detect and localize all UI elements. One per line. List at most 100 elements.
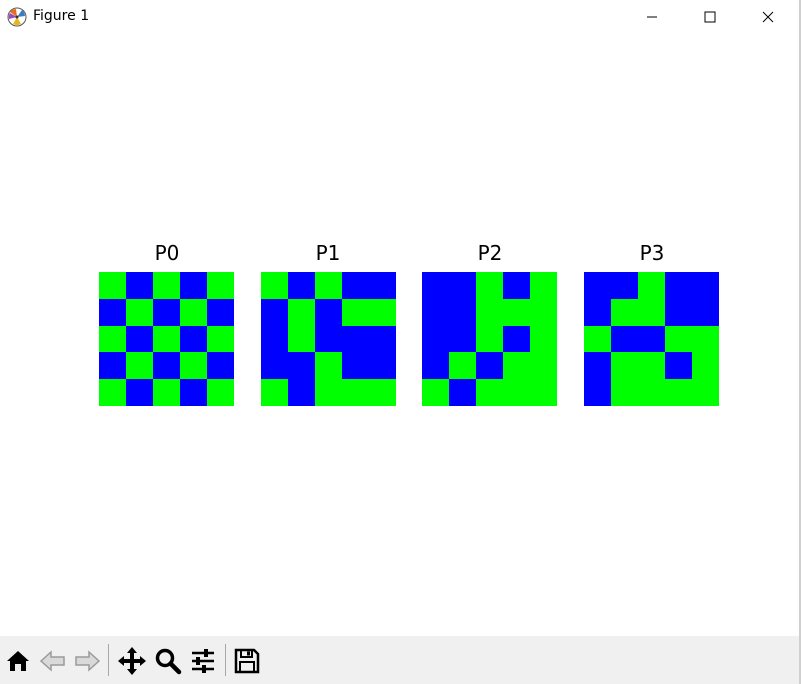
grid-cell <box>288 379 315 406</box>
grid-cell <box>476 352 503 379</box>
grid-cell <box>530 326 557 352</box>
grid-cell <box>261 326 288 352</box>
grid-cell <box>422 326 449 352</box>
grid-cell <box>665 352 692 379</box>
panel-grid-p0 <box>99 272 234 406</box>
grid-cell <box>530 299 557 326</box>
grid-cell <box>422 299 449 326</box>
back-icon <box>39 650 65 672</box>
grid-cell <box>422 379 449 406</box>
close-button[interactable] <box>745 0 791 34</box>
grid-cell <box>503 299 530 326</box>
save-icon <box>234 648 260 674</box>
window-title: Figure 1 <box>33 8 90 24</box>
forward-icon <box>75 650 101 672</box>
grid-cell <box>530 379 557 406</box>
grid-cell <box>503 379 530 406</box>
grid-cell <box>449 352 476 379</box>
maximize-button[interactable] <box>687 0 733 34</box>
title-bar[interactable]: Figure 1 <box>0 0 799 34</box>
grid-cell <box>638 272 665 299</box>
grid-cell <box>207 326 234 352</box>
grid-cell <box>261 352 288 379</box>
grid-cell <box>315 299 342 326</box>
figure-canvas[interactable]: P0 P1 P2 P3 <box>0 34 799 635</box>
grid-cell <box>261 379 288 406</box>
grid-cell <box>638 326 665 352</box>
grid-cell <box>611 379 638 406</box>
navigation-toolbar <box>0 636 799 684</box>
grid-cell <box>99 299 126 326</box>
grid-cell <box>449 326 476 352</box>
grid-cell <box>315 272 342 299</box>
grid-cell <box>449 299 476 326</box>
grid-cell <box>503 352 530 379</box>
back-button[interactable] <box>38 646 68 676</box>
grid-cell <box>665 272 692 299</box>
forward-button[interactable] <box>72 646 102 676</box>
panel-grid-p3 <box>584 272 719 406</box>
grid-cell <box>476 272 503 299</box>
grid-cell <box>530 272 557 299</box>
grid-cell <box>611 352 638 379</box>
grid-cell <box>476 379 503 406</box>
grid-cell <box>99 326 126 352</box>
grid-cell <box>207 379 234 406</box>
grid-cell <box>126 272 153 299</box>
figure-window: Figure 1 P0 P1 P2 P3 <box>0 0 801 684</box>
pan-button[interactable] <box>117 646 147 676</box>
grid-cell <box>692 352 719 379</box>
matplotlib-logo-icon <box>7 7 27 27</box>
grid-cell <box>476 326 503 352</box>
grid-cell <box>288 352 315 379</box>
grid-cell <box>126 379 153 406</box>
grid-cell <box>153 272 180 299</box>
panel-title-p2: P2 <box>477 241 503 265</box>
grid-cell <box>288 326 315 352</box>
zoom-button[interactable] <box>153 646 183 676</box>
grid-cell <box>638 352 665 379</box>
grid-cell <box>369 299 396 326</box>
configure-subplots-icon <box>192 649 214 673</box>
grid-cell <box>584 299 611 326</box>
grid-cell <box>692 299 719 326</box>
grid-cell <box>369 326 396 352</box>
grid-cell <box>503 272 530 299</box>
grid-cell <box>665 299 692 326</box>
grid-cell <box>449 272 476 299</box>
grid-cell <box>342 352 369 379</box>
grid-cell <box>369 352 396 379</box>
grid-cell <box>153 326 180 352</box>
grid-cell <box>422 272 449 299</box>
grid-cell <box>342 299 369 326</box>
grid-cell <box>422 352 449 379</box>
grid-cell <box>207 272 234 299</box>
grid-cell <box>611 299 638 326</box>
grid-cell <box>180 352 207 379</box>
grid-cell <box>315 352 342 379</box>
configure-subplots-button[interactable] <box>188 646 218 676</box>
home-button[interactable] <box>3 646 33 676</box>
panel-title-p1: P1 <box>315 241 341 265</box>
grid-cell <box>449 379 476 406</box>
grid-cell <box>180 272 207 299</box>
grid-cell <box>638 299 665 326</box>
grid-cell <box>584 352 611 379</box>
grid-cell <box>261 272 288 299</box>
panel-grid-p1 <box>261 272 396 406</box>
grid-cell <box>503 326 530 352</box>
grid-cell <box>692 379 719 406</box>
grid-cell <box>315 326 342 352</box>
grid-cell <box>315 379 342 406</box>
grid-cell <box>342 326 369 352</box>
grid-cell <box>584 379 611 406</box>
minimize-icon <box>647 16 657 18</box>
home-icon <box>7 651 29 671</box>
maximize-icon <box>704 11 716 23</box>
grid-cell <box>665 379 692 406</box>
save-button[interactable] <box>232 646 262 676</box>
minimize-button[interactable] <box>629 0 675 34</box>
grid-cell <box>126 299 153 326</box>
grid-cell <box>611 272 638 299</box>
grid-cell <box>692 326 719 352</box>
